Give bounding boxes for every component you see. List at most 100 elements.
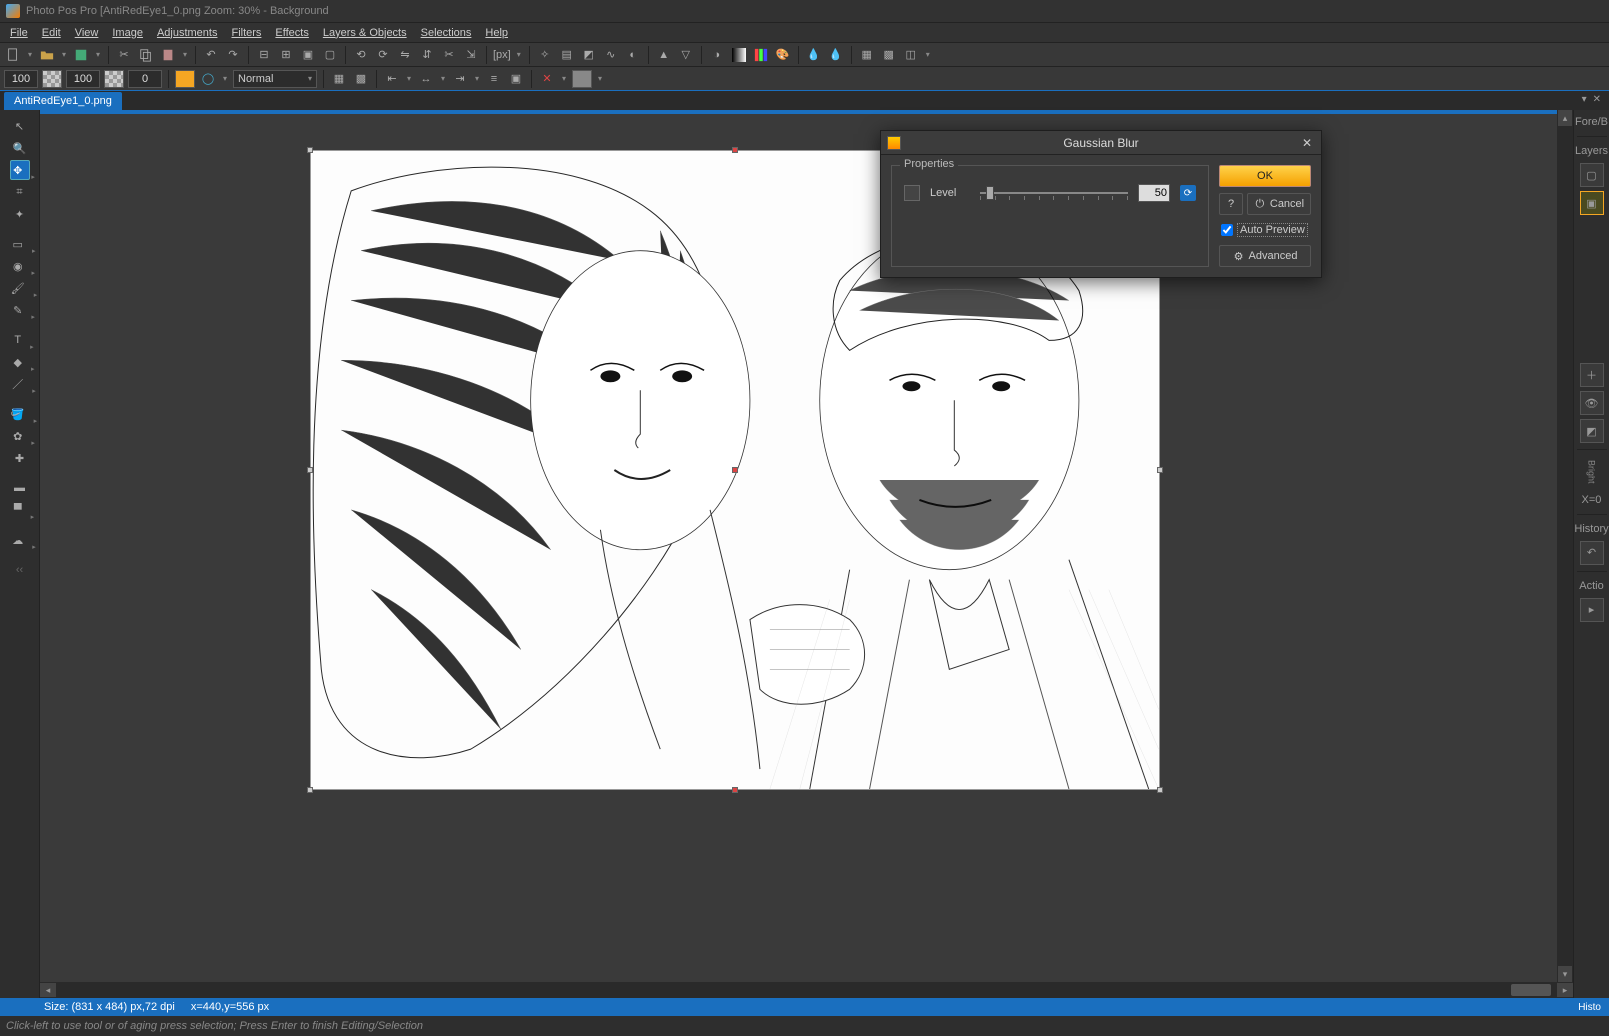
smudge-tool[interactable]: ☁▸ (10, 530, 30, 550)
option-height-pattern[interactable] (104, 70, 124, 88)
help-button[interactable]: ? (1219, 193, 1243, 215)
distribute-icon[interactable]: ≡ (485, 70, 503, 88)
stroke-style-icon[interactable]: ◯ (199, 70, 217, 88)
menu-adjustments[interactable]: Adjustments (151, 25, 224, 41)
stroke-dropdown[interactable]: ▾ (221, 70, 229, 88)
menu-file[interactable]: File (4, 25, 34, 41)
new-file-icon[interactable] (4, 46, 22, 64)
advanced-button[interactable]: ⚙Advanced (1219, 245, 1311, 267)
scroll-down-icon[interactable]: ▾ (1558, 966, 1572, 982)
zoom-fit-icon[interactable]: ▣ (299, 46, 317, 64)
align-dd[interactable]: ▾ (405, 70, 413, 88)
menu-image[interactable]: Image (106, 25, 149, 41)
align-dd3[interactable]: ▾ (473, 70, 481, 88)
palette-icon[interactable]: 🎨 (774, 46, 792, 64)
wand-tool[interactable]: ✦ (10, 204, 30, 224)
history-undo-icon[interactable]: ↶ (1580, 541, 1604, 565)
text-tool[interactable]: T▸ (10, 330, 30, 350)
channels-icon[interactable] (752, 46, 770, 64)
frame-dropdown[interactable]: ▾ (924, 46, 932, 64)
gradient-icon[interactable] (730, 46, 748, 64)
rotate-left-icon[interactable]: ⟲ (352, 46, 370, 64)
scroll-up-icon[interactable]: ▴ (1558, 110, 1572, 126)
scroll-thumb[interactable] (1511, 984, 1551, 996)
tab-menu-icon[interactable]: ▾ (1582, 94, 1587, 105)
menu-layers[interactable]: Layers & Objects (317, 25, 413, 41)
dialog-titlebar[interactable]: Gaussian Blur ✕ (881, 131, 1321, 155)
option-angle-input[interactable]: 0 (128, 70, 162, 88)
handle-bl[interactable] (307, 787, 313, 793)
levels-icon[interactable]: ◩ (580, 46, 598, 64)
menu-selections[interactable]: Selections (415, 25, 478, 41)
resize-icon[interactable]: ⇲ (462, 46, 480, 64)
layer-thumb-1[interactable]: ▢ (1580, 163, 1604, 187)
level-value-input[interactable]: 50 (1138, 184, 1170, 202)
option-height-input[interactable]: 100 (66, 70, 100, 88)
frame1-icon[interactable]: ▦ (858, 46, 876, 64)
blend-mode-select[interactable]: Normal▾ (233, 70, 317, 88)
swatch-dd[interactable]: ▾ (596, 70, 604, 88)
shape-tool[interactable]: ◆▸ (10, 352, 30, 372)
drop2-icon[interactable]: 💧 (827, 46, 845, 64)
menu-filters[interactable]: Filters (225, 25, 267, 41)
flip-h-icon[interactable]: ⇋ (396, 46, 414, 64)
histogram-icon[interactable]: ▤ (558, 46, 576, 64)
delete-icon[interactable]: ✕ (538, 70, 556, 88)
save-icon[interactable] (72, 46, 90, 64)
handle-center[interactable] (732, 467, 738, 473)
zoom-actual-icon[interactable]: ▢ (321, 46, 339, 64)
line-tool[interactable]: ／▸ (10, 374, 30, 394)
layer-mask-icon[interactable]: ◩ (1580, 419, 1604, 443)
refresh-icon[interactable]: ⟳ (1180, 185, 1196, 201)
vertical-scrollbar[interactable]: ▴ ▾ (1557, 110, 1573, 982)
unit-dropdown[interactable]: ▾ (515, 46, 523, 64)
open-file-icon[interactable] (38, 46, 56, 64)
dialog-close-icon[interactable]: ✕ (1299, 135, 1315, 151)
new-file-dropdown[interactable]: ▾ (26, 46, 34, 64)
menu-effects[interactable]: Effects (269, 25, 314, 41)
ok-button[interactable]: OK (1219, 165, 1311, 187)
layer-visible-icon[interactable]: 👁 (1580, 391, 1604, 415)
group-icon[interactable]: ▣ (507, 70, 525, 88)
fill-color-swatch[interactable] (175, 70, 195, 88)
gradient-tool[interactable]: ▀▸ (10, 500, 30, 520)
collapse-toolbox[interactable]: ‹‹ (10, 560, 30, 580)
cancel-button[interactable]: ⏻Cancel (1247, 193, 1311, 215)
handle-tm[interactable] (732, 147, 738, 153)
magic-wand-icon[interactable]: ✧ (536, 46, 554, 64)
action-play-icon[interactable]: ▸ (1580, 598, 1604, 622)
menu-view[interactable]: View (69, 25, 105, 41)
marquee-tool[interactable]: ▭▸ (10, 234, 30, 254)
scroll-left-icon[interactable]: ◂ (40, 983, 56, 997)
history-panel-button[interactable]: Histo (1570, 998, 1609, 1016)
option-width-pattern[interactable] (42, 70, 62, 88)
zoom-tool[interactable]: 🔍 (10, 138, 30, 158)
paste-icon[interactable] (159, 46, 177, 64)
handle-mr[interactable] (1157, 467, 1163, 473)
auto-preview-checkbox[interactable]: Auto Preview (1219, 221, 1311, 239)
document-tab-active[interactable]: AntiRedEye1_0.png (4, 92, 122, 110)
crop-icon[interactable]: ✂ (440, 46, 458, 64)
open-file-dropdown[interactable]: ▾ (60, 46, 68, 64)
align-right-icon[interactable]: ⇥ (451, 70, 469, 88)
curves-icon[interactable]: ∿ (602, 46, 620, 64)
frame3-icon[interactable]: ◫ (902, 46, 920, 64)
slider-thumb[interactable] (986, 186, 994, 200)
save-dropdown[interactable]: ▾ (94, 46, 102, 64)
layer-dup-icon[interactable]: ▩ (352, 70, 370, 88)
rotate-right-icon[interactable]: ⟳ (374, 46, 392, 64)
handle-bm[interactable] (732, 787, 738, 793)
align-dd2[interactable]: ▾ (439, 70, 447, 88)
paste-dropdown[interactable]: ▾ (181, 46, 189, 64)
layer-add-icon[interactable]: ＋ (1580, 363, 1604, 387)
heal-tool[interactable]: ✚ (10, 448, 30, 468)
eraser-tool[interactable]: ▬ (10, 478, 30, 498)
level-slider[interactable] (980, 185, 1128, 201)
tab-close-icon[interactable]: ✕ (1593, 94, 1601, 105)
handle-br[interactable] (1157, 787, 1163, 793)
zoom-in-icon[interactable]: ⊞ (277, 46, 295, 64)
handle-tl[interactable] (307, 147, 313, 153)
water-drop-icon[interactable]: 💧 (805, 46, 823, 64)
crop-tool[interactable]: ⌗ (10, 182, 30, 202)
scroll-right-icon[interactable]: ▸ (1557, 983, 1573, 997)
